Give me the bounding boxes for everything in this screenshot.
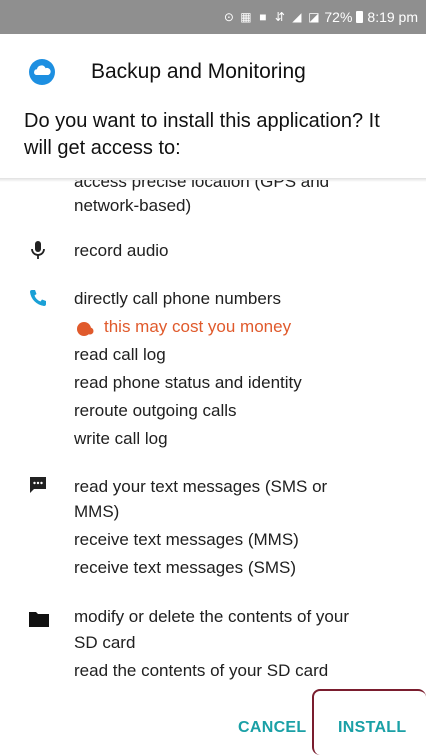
- notification-icon: ■: [259, 9, 267, 24]
- battery-percent: 72%: [324, 9, 353, 25]
- permission-record-audio: record audio: [74, 241, 169, 260]
- clock: 8:19 pm: [367, 9, 418, 25]
- permission-modify-sd-line-1: modify or delete the contents of your: [74, 607, 349, 626]
- permission-read-phone-status: read phone status and identity: [74, 373, 302, 392]
- install-highlight: [312, 689, 426, 755]
- cloud-app-icon: [29, 59, 55, 85]
- permission-read-sms-line-2: MMS): [74, 502, 120, 521]
- phone-icon: [30, 290, 46, 306]
- permission-write-call-log: write call log: [74, 429, 168, 448]
- dialog-title: Backup and Monitoring: [91, 60, 306, 83]
- warning-money-icon: [77, 322, 94, 336]
- permission-read-sms-line-1: read your text messages (SMS or: [74, 477, 328, 496]
- status-icons: ⊙ ▦ ■ ⇵ ◢ ◪ 72% 8:19 pm: [222, 9, 418, 25]
- signal-icon: ◢: [292, 9, 302, 24]
- signal-2-icon: ◪: [308, 9, 320, 24]
- permission-modify-sd-line-2: SD card: [74, 633, 136, 652]
- permission-reroute-calls: reroute outgoing calls: [74, 401, 237, 420]
- status-bar: ⊙ ▦ ■ ⇵ ◢ ◪ 72% 8:19 pm: [0, 0, 426, 34]
- permission-receive-mms: receive text messages (MMS): [74, 530, 299, 549]
- permission-receive-sms: receive text messages (SMS): [74, 558, 297, 577]
- cancel-button[interactable]: CANCEL: [238, 719, 306, 737]
- permissions-list[interactable]: access precise location (GPS and network…: [0, 180, 426, 695]
- alarm-icon: ⊙: [223, 9, 234, 24]
- microphone-icon: [31, 241, 45, 259]
- permission-read-sd: read the contents of your SD card: [74, 661, 329, 680]
- permission-call-phone: directly call phone numbers: [74, 289, 281, 308]
- message-icon: [30, 477, 46, 493]
- battery-icon: [356, 11, 364, 23]
- permission-read-call-log: read call log: [74, 345, 166, 364]
- network-icon: ▦: [240, 9, 252, 24]
- permission-warning: this may cost you money: [104, 317, 292, 336]
- lte-icon: ⇵: [274, 9, 285, 24]
- folder-icon: [29, 612, 49, 627]
- permission-location-line-2: network-based): [74, 196, 192, 215]
- install-prompt: Do you want to install this application?…: [24, 110, 380, 159]
